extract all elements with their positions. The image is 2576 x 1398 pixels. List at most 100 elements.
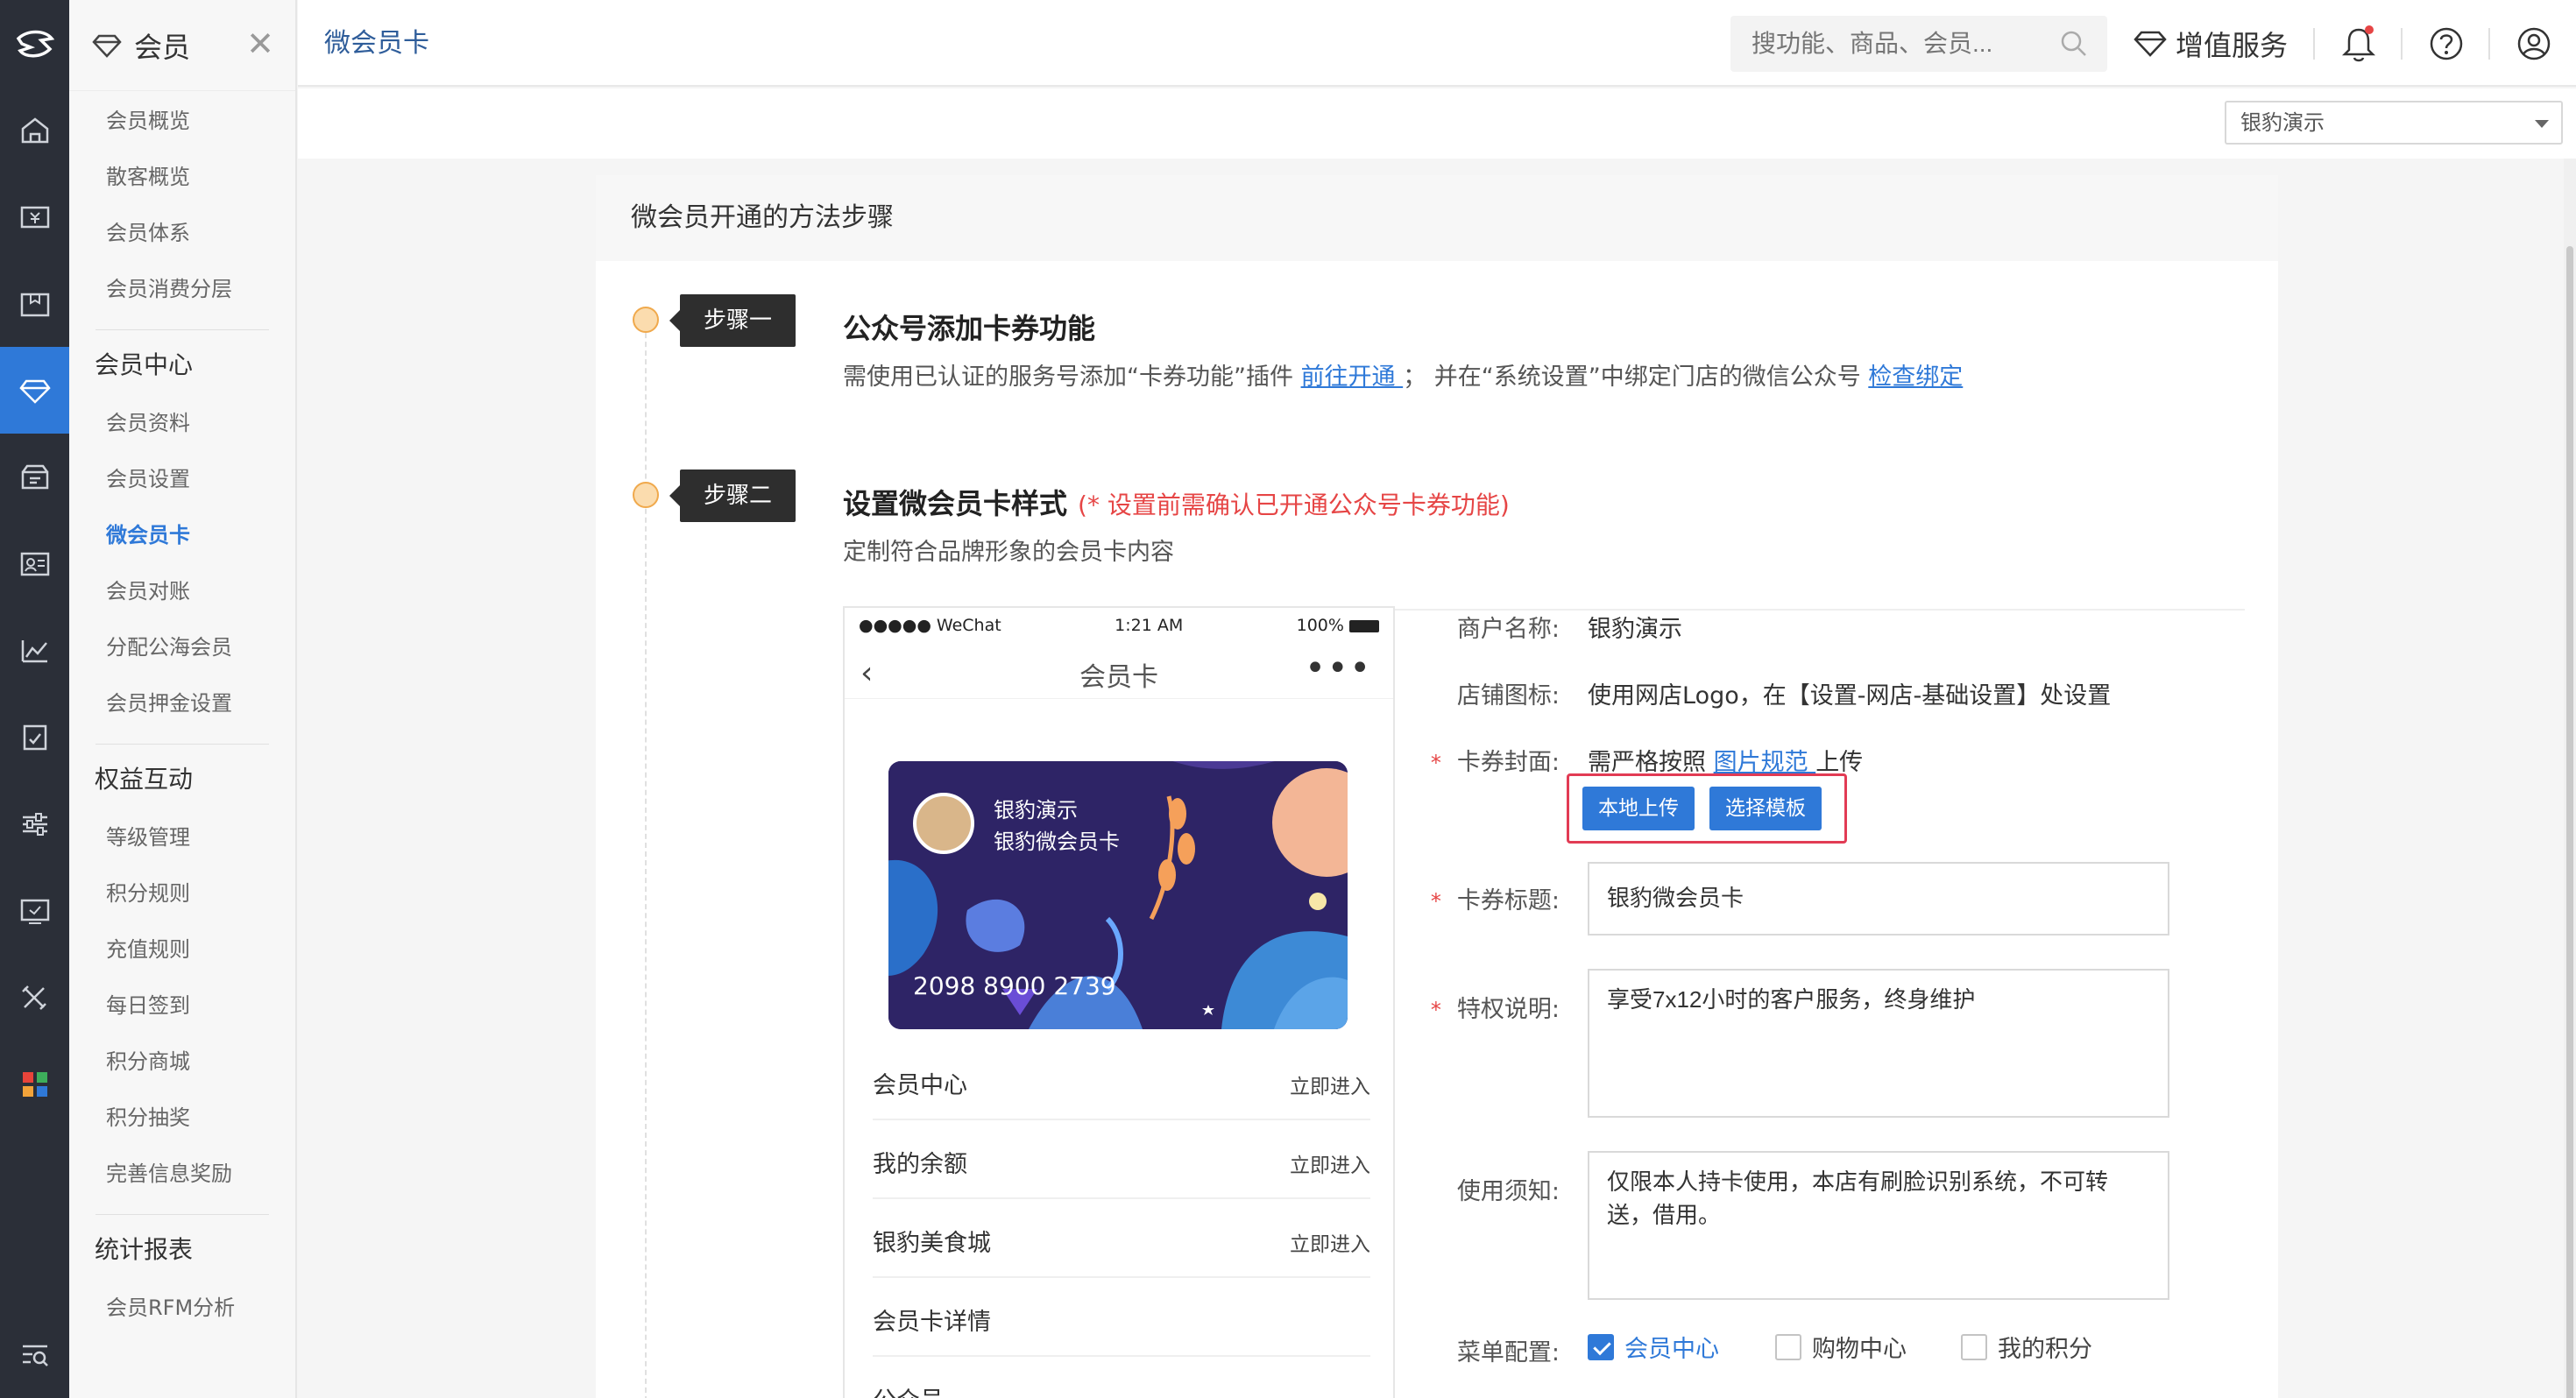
ledger-icon <box>23 724 46 750</box>
choose-template-button[interactable]: 选择模板 <box>1709 787 1822 830</box>
sidebar-item-profile[interactable]: 会员资料 <box>69 395 295 451</box>
step-tag-2: 步骤二 <box>669 470 796 522</box>
sidebar-item-levels[interactable]: 等级管理 <box>69 809 295 865</box>
sidebar-item-walkin[interactable]: 散客概览 <box>69 149 295 205</box>
sidebar-item-recharge-rule[interactable]: 充值规则 <box>69 921 295 978</box>
left-rail <box>0 0 69 1398</box>
rail-settings[interactable] <box>0 780 69 867</box>
scrollbar-thumb[interactable] <box>2566 246 2573 1398</box>
menu-row-label: 公众号 <box>873 1381 944 1398</box>
rail-cashier[interactable] <box>0 173 69 260</box>
check-binding-link[interactable]: 检查绑定 <box>1868 364 1963 391</box>
rail-tools[interactable] <box>0 954 69 1041</box>
merchant-name-label: 商户名称: <box>1456 616 1560 643</box>
card-type-name: 银豹微会员卡 <box>994 830 1120 854</box>
bell-icon[interactable] <box>2339 25 2378 63</box>
panel-title: 微会员开通的方法步骤 <box>596 175 2278 261</box>
merchant-name-value: 银豹演示 <box>1588 616 1682 643</box>
sliders-icon <box>22 812 47 836</box>
privilege-textarea[interactable]: 享受7x12小时的客户服务，终身维护 <box>1588 969 2169 1118</box>
sidebar-item-rfm[interactable]: 会员RFM分析 <box>69 1280 295 1336</box>
card-logo <box>913 793 974 854</box>
time-text: 1:21 AM <box>1115 616 1184 635</box>
screen-icon <box>20 899 49 924</box>
step2-title-text: 设置微会员卡样式 <box>843 487 1068 520</box>
notice-textarea[interactable]: 仅限本人持卡使用，本店有刷脸识别系统，不可转送，借用。 <box>1588 1151 2169 1300</box>
image-spec-link[interactable]: 图片规范 <box>1714 749 1816 776</box>
menu-row-label: 会员卡详情 <box>873 1309 991 1336</box>
rail-report[interactable] <box>0 607 69 694</box>
sidebar-item-settings[interactable]: 会员设置 <box>69 451 295 507</box>
sidebar-item-points-rule[interactable]: 积分规则 <box>69 865 295 921</box>
search-icon[interactable] <box>2060 30 2088 58</box>
rail-collapse[interactable] <box>0 1311 69 1398</box>
app-logo[interactable] <box>0 0 69 87</box>
checkbox[interactable] <box>1588 1333 1614 1360</box>
checkbox-label: 会员中心 <box>1624 1336 1719 1363</box>
notice-label: 使用须知: <box>1456 1178 1560 1205</box>
marketing-icon <box>21 464 48 489</box>
rail-member[interactable] <box>0 347 69 434</box>
cover-hint-text: 上传 <box>1815 749 1864 776</box>
top-bar: 微会员卡 增值服务 <box>298 0 2576 87</box>
step-tag-1: 步骤一 <box>669 294 796 347</box>
card-cover-label: * 卡券封面: <box>1430 749 1560 776</box>
sidebar-header: 会员 ✕ <box>69 0 295 91</box>
sidebar-item-deposit[interactable]: 会员押金设置 <box>69 675 295 731</box>
step1-desc-text: 需使用已认证的服务号添加“卡券功能”插件 <box>843 364 1301 391</box>
local-upload-button[interactable]: 本地上传 <box>1582 787 1695 830</box>
global-search <box>1730 16 2107 72</box>
diamond-icon <box>92 34 122 58</box>
rail-goods[interactable] <box>0 260 69 347</box>
menu-row-label: 会员中心 <box>873 1072 967 1099</box>
sidebar-item-info-reward[interactable]: 完善信息奖励 <box>69 1146 295 1202</box>
phone-menu-row: 公众号 <box>873 1357 1370 1398</box>
rail-finance[interactable] <box>0 694 69 780</box>
apps-icon <box>22 1071 47 1097</box>
phone-preview: ●●●●● WeChat 1:21 AM 100% ‹ 会员卡 ••• 银豹演示… <box>843 606 1395 1398</box>
sidebar-item-wechat-card[interactable]: 微会员卡 <box>69 507 295 563</box>
scrollbar[interactable] <box>2564 159 2576 1398</box>
sidebar-item-system[interactable]: 会员体系 <box>69 205 295 261</box>
rail-marketing[interactable] <box>0 434 69 520</box>
card-title-input[interactable]: 银豹微会员卡 <box>1588 862 2169 936</box>
close-icon[interactable]: ✕ <box>246 26 274 61</box>
sidebar-item-tier[interactable]: 会员消费分层 <box>69 261 295 317</box>
value-service-button[interactable]: 增值服务 <box>2134 0 2288 87</box>
store-bar: 银豹演示 <box>298 88 2576 159</box>
sidebar-item-points-mall[interactable]: 积分商城 <box>69 1034 295 1090</box>
privilege-label: * 特权说明: <box>1430 996 1560 1023</box>
sidebar-item-checkin[interactable]: 每日签到 <box>69 978 295 1034</box>
checkbox[interactable] <box>1775 1333 1801 1360</box>
search-input[interactable] <box>1730 16 2028 72</box>
sidebar-group-rights: 权益互动 <box>95 765 194 794</box>
store-select[interactable]: 银豹演示 <box>2225 101 2563 145</box>
step2-desc: 定制符合品牌形象的会员卡内容 <box>843 539 1174 566</box>
sidebar-item-reconcile[interactable]: 会员对账 <box>69 563 295 619</box>
checkbox[interactable] <box>1961 1333 1987 1360</box>
open-link[interactable]: 前往开通 <box>1301 364 1404 391</box>
card-merchant-name: 银豹演示 <box>994 798 1078 823</box>
sidebar-item-lottery[interactable]: 积分抽奖 <box>69 1090 295 1146</box>
help-icon[interactable] <box>2427 25 2466 63</box>
menu-option-shopping-center[interactable]: 购物中心 <box>1775 1330 1907 1364</box>
sidebar-title: 会员 <box>134 30 191 64</box>
member-card-preview: 银豹演示 银豹微会员卡 2098 8900 2739 <box>888 761 1348 1029</box>
rail-staff[interactable] <box>0 520 69 607</box>
sidebar-item-assign[interactable]: 分配公海会员 <box>69 619 295 675</box>
phone-menu-row: 会员中心 立即进入 <box>873 1041 1370 1120</box>
rail-online[interactable] <box>0 867 69 954</box>
chevron-down-icon <box>2535 120 2549 128</box>
phone-menu-row: 我的余额 立即进入 <box>873 1120 1370 1199</box>
diamond-icon <box>2134 31 2167 57</box>
menu-option-my-points[interactable]: 我的积分 <box>1961 1330 2092 1364</box>
rail-apps[interactable] <box>0 1041 69 1127</box>
sidebar-item-overview[interactable]: 会员概览 <box>69 93 295 149</box>
phone-status-bar: ●●●●● WeChat 1:21 AM 100% <box>845 608 1393 643</box>
menu-option-member-center[interactable]: 会员中心 <box>1588 1330 1719 1364</box>
rail-home[interactable] <box>0 87 69 173</box>
battery-text: 100% <box>1297 616 1379 635</box>
phone-menu-row: 银豹美食城 立即进入 <box>873 1199 1370 1278</box>
diamond-icon <box>18 379 51 404</box>
user-avatar-icon[interactable] <box>2515 25 2553 63</box>
